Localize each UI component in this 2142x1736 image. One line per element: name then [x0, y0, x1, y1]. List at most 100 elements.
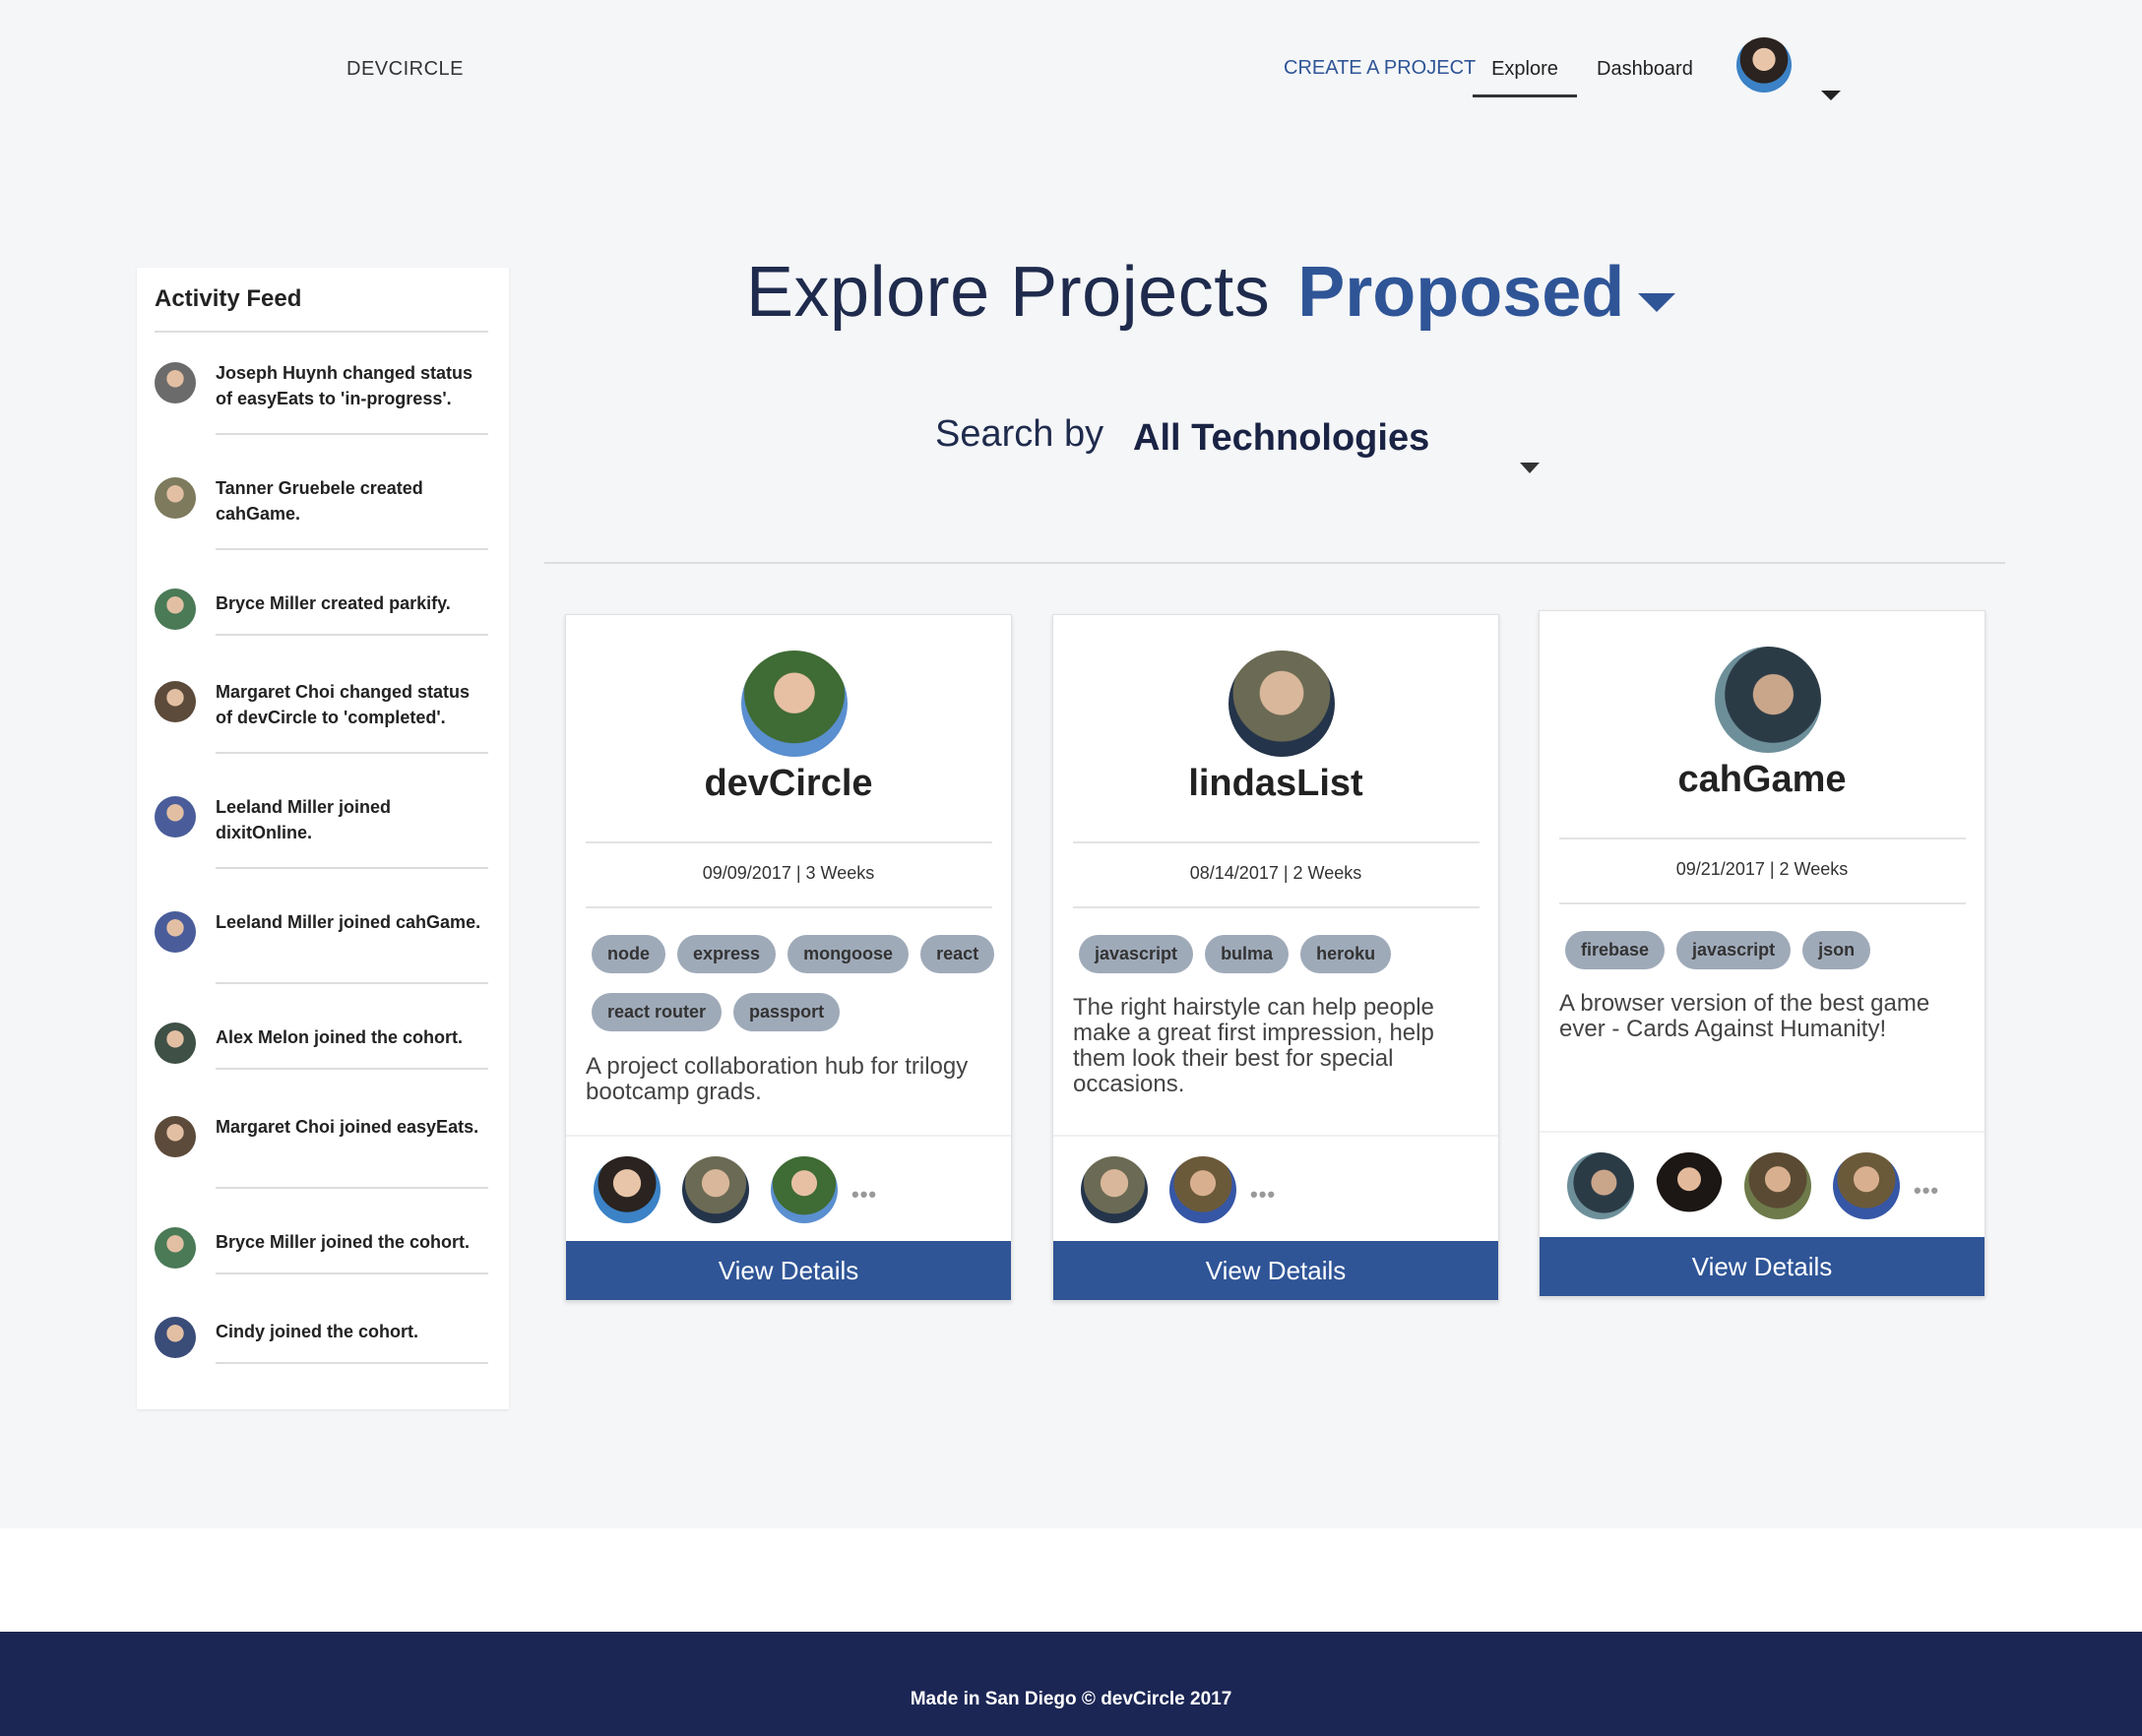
avatar[interactable] [1833, 1152, 1900, 1219]
tech-tag[interactable]: heroku [1300, 935, 1392, 973]
tech-tag[interactable]: firebase [1565, 931, 1666, 969]
status-filter-dropdown[interactable]: Proposed [1297, 253, 1624, 332]
avatar [155, 911, 196, 953]
project-card: devCircle 09/09/2017 | 3 Weeks node expr… [565, 614, 1012, 1301]
feed-item-text: Margaret Choi joined easyEats. [216, 1117, 479, 1137]
tech-tag-list: node express mongoose react react router… [592, 935, 995, 1031]
tech-tag[interactable]: passport [733, 993, 841, 1031]
avatar[interactable] [1656, 1152, 1723, 1219]
project-owner-avatar [1228, 651, 1335, 757]
project-card: lindasList 08/14/2017 | 2 Weeks javascri… [1052, 614, 1499, 1301]
tech-tag[interactable]: react router [592, 993, 723, 1031]
avatar [155, 1023, 196, 1064]
divider [1053, 1135, 1498, 1137]
divider [216, 982, 488, 984]
page-title-text: Explore Projects [746, 253, 1271, 332]
feed-item-text: Cindy joined the cohort. [216, 1322, 418, 1341]
view-details-button[interactable]: View Details [1540, 1237, 1984, 1296]
chevron-down-icon[interactable] [1821, 91, 1841, 100]
chevron-down-icon[interactable] [1638, 293, 1676, 313]
view-details-button[interactable]: View Details [566, 1241, 1011, 1300]
project-description: A browser version of the best game ever … [1559, 990, 1930, 1042]
divider [1540, 1131, 1984, 1133]
avatar[interactable] [1081, 1156, 1148, 1223]
tech-tag[interactable]: express [677, 935, 777, 973]
avatar[interactable] [771, 1156, 838, 1223]
project-description: The right hairstyle can help people make… [1073, 994, 1434, 1097]
avatar[interactable] [682, 1156, 749, 1223]
brand-logo[interactable]: DEVCIRCLE [346, 58, 464, 81]
tech-tag[interactable]: react [920, 935, 995, 973]
technology-filter-dropdown[interactable]: All Technologies [1133, 417, 1429, 460]
feed-item-text: Alex Melon joined the cohort. [216, 1027, 464, 1047]
footer: Made in San Diego © devCircle 2017 [0, 1632, 2142, 1736]
project-owner-avatar [1715, 647, 1821, 753]
feed-item-text: Leeland Miller joined dixitOnline. [216, 797, 392, 842]
project-date-duration: 08/14/2017 | 2 Weeks [1189, 863, 1362, 883]
avatar [155, 1116, 196, 1157]
create-project-link[interactable]: CREATE A PROJECT [1284, 57, 1476, 80]
avatar [155, 362, 196, 403]
avatar [155, 681, 196, 722]
user-avatar[interactable] [1736, 37, 1792, 93]
divider [1559, 902, 1966, 904]
divider [586, 841, 992, 843]
project-date-duration: 09/09/2017 | 3 Weeks [702, 863, 875, 883]
nav-dashboard-link[interactable]: Dashboard [1597, 58, 1693, 81]
divider [216, 634, 488, 636]
avatar [155, 796, 196, 837]
divider [544, 562, 2005, 564]
divider [216, 1362, 488, 1364]
avatar[interactable] [594, 1156, 661, 1223]
divider [1073, 841, 1480, 843]
project-owner-avatar [741, 651, 848, 757]
feed-item-text: Margaret Choi changed status of devCircl… [216, 682, 471, 727]
more-members-icon[interactable]: ••• [1914, 1178, 1939, 1204]
chevron-down-icon[interactable] [1520, 463, 1540, 473]
tech-tag[interactable]: json [1802, 931, 1871, 969]
divider [586, 906, 992, 908]
page-title: Explore Projects Proposed [746, 252, 1676, 333]
avatar[interactable] [1744, 1152, 1811, 1219]
member-avatar-list: ••• [1567, 1152, 1939, 1219]
search-by-label: Search by [935, 413, 1104, 455]
divider [1073, 906, 1480, 908]
divider [216, 548, 488, 550]
avatar[interactable] [1567, 1152, 1634, 1219]
member-avatar-list: ••• [1081, 1156, 1276, 1223]
avatar [155, 589, 196, 630]
divider [155, 331, 488, 333]
view-details-button[interactable]: View Details [1053, 1241, 1498, 1300]
more-members-icon[interactable]: ••• [1250, 1182, 1276, 1208]
activity-feed: Activity Feed Joseph Huynh changed statu… [137, 268, 509, 1409]
activity-feed-title: Activity Feed [155, 285, 302, 312]
project-title: devCircle [704, 763, 873, 804]
nav-explore-tab[interactable]: Explore [1473, 43, 1577, 97]
avatar [155, 1227, 196, 1269]
divider [216, 433, 488, 435]
tech-tag[interactable]: node [592, 935, 665, 973]
tech-tag[interactable]: mongoose [788, 935, 910, 973]
feed-item-text: Joseph Huynh changed status of easyEats … [216, 363, 473, 408]
footer-spacer [0, 1528, 2142, 1632]
tech-tag-list: javascript bulma heroku [1079, 935, 1482, 973]
divider [216, 867, 488, 869]
feed-item-text: Leeland Miller joined cahGame. [216, 912, 481, 932]
more-members-icon[interactable]: ••• [851, 1182, 877, 1208]
avatar[interactable] [1169, 1156, 1236, 1223]
tech-tag[interactable]: javascript [1676, 931, 1792, 969]
divider [216, 1068, 488, 1070]
divider [216, 1187, 488, 1189]
tech-tag[interactable]: bulma [1205, 935, 1290, 973]
tech-tag[interactable]: javascript [1079, 935, 1194, 973]
tech-tag-list: firebase javascript json [1565, 931, 1969, 969]
project-title: lindasList [1188, 763, 1363, 804]
divider [216, 752, 488, 754]
project-date-duration: 09/21/2017 | 2 Weeks [1675, 859, 1849, 879]
avatar [155, 477, 196, 519]
avatar [155, 1317, 196, 1358]
feed-item-text: Tanner Gruebele created cahGame. [216, 478, 423, 524]
feed-item-text: Bryce Miller joined the cohort. [216, 1232, 471, 1252]
project-card: cahGame 09/21/2017 | 2 Weeks firebase ja… [1539, 610, 1985, 1297]
project-description: A project collaboration hub for trilogy … [586, 1053, 969, 1105]
